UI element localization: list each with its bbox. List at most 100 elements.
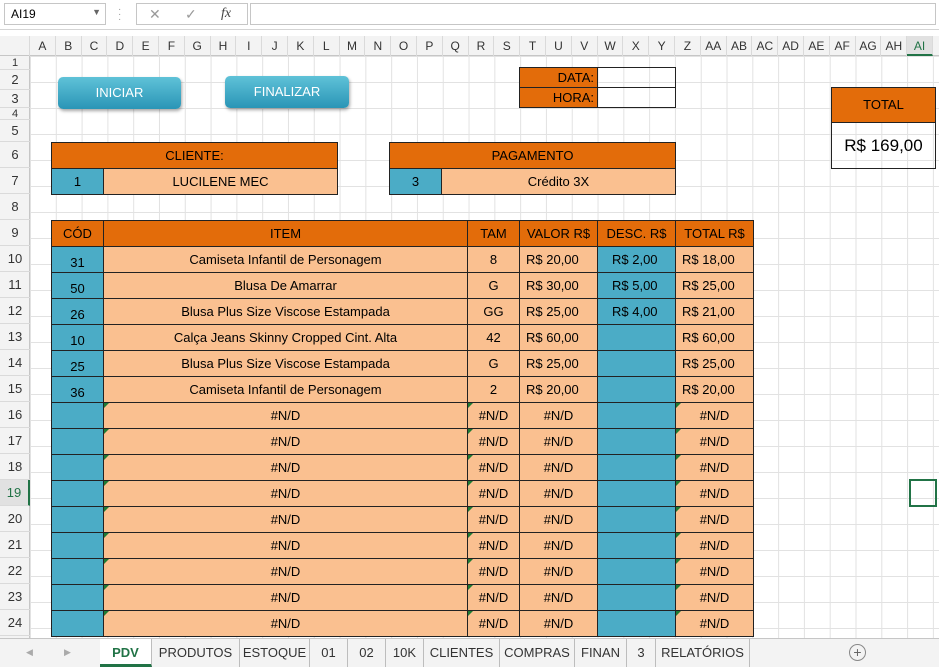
column-header-o[interactable]: O [391, 36, 417, 56]
table-cell-total[interactable]: R$ 20,00 [675, 376, 754, 403]
row-header-16[interactable]: 16 [0, 402, 30, 428]
table-cell-discount[interactable] [597, 428, 676, 455]
table-cell-value[interactable]: #N/D [519, 506, 598, 533]
table-cell-value[interactable]: #N/D [519, 402, 598, 429]
table-cell-total[interactable]: #N/D [675, 558, 754, 585]
column-header-k[interactable]: K [288, 36, 314, 56]
table-cell-size[interactable]: #N/D [467, 584, 520, 611]
table-cell-item[interactable]: Blusa Plus Size Viscose Estampada [103, 350, 468, 377]
sheet-tab-pdv[interactable]: PDV [100, 639, 152, 667]
table-cell-code[interactable]: 36 [51, 376, 104, 403]
table-cell-discount[interactable] [597, 376, 676, 403]
column-header-q[interactable]: Q [443, 36, 469, 56]
name-box[interactable]: AI19 ▼ [4, 3, 106, 25]
table-cell-discount[interactable] [597, 480, 676, 507]
row-header-21[interactable]: 21 [0, 532, 30, 558]
table-cell-code[interactable]: 31 [51, 246, 104, 273]
table-cell-item[interactable]: #N/D [103, 480, 468, 507]
chevron-down-icon[interactable]: ▼ [92, 7, 101, 17]
row-header-13[interactable]: 13 [0, 324, 30, 350]
column-header-w[interactable]: W [598, 36, 624, 56]
column-header-j[interactable]: J [262, 36, 288, 56]
table-cell-value[interactable]: #N/D [519, 610, 598, 637]
table-cell-value[interactable]: R$ 25,00 [519, 298, 598, 325]
table-cell-total[interactable]: #N/D [675, 532, 754, 559]
table-cell-code[interactable]: 26 [51, 298, 104, 325]
row-header-7[interactable]: 7 [0, 168, 30, 194]
table-cell-size[interactable]: #N/D [467, 454, 520, 481]
table-cell-size[interactable]: G [467, 272, 520, 299]
date-field[interactable] [597, 67, 676, 88]
table-cell-value[interactable]: #N/D [519, 558, 598, 585]
table-cell-value[interactable]: R$ 30,00 [519, 272, 598, 299]
sheet-tab-01[interactable]: 01 [310, 639, 348, 667]
cancel-icon[interactable]: ✕ [149, 6, 161, 23]
table-cell-total[interactable]: R$ 25,00 [675, 272, 754, 299]
sheet-tab-produtos[interactable]: PRODUTOS [152, 639, 240, 667]
column-header-ai[interactable]: AI [907, 36, 933, 56]
table-cell-item[interactable]: Calça Jeans Skinny Cropped Cint. Alta [103, 324, 468, 351]
table-cell-value[interactable]: #N/D [519, 532, 598, 559]
table-cell-value[interactable]: R$ 20,00 [519, 246, 598, 273]
column-header-m[interactable]: M [340, 36, 366, 56]
select-all-corner[interactable] [0, 36, 30, 56]
column-header-ah[interactable]: AH [881, 36, 908, 56]
row-header-18[interactable]: 18 [0, 454, 30, 480]
table-cell-discount[interactable] [597, 584, 676, 611]
table-cell-size[interactable]: #N/D [467, 558, 520, 585]
table-cell-total[interactable]: R$ 25,00 [675, 350, 754, 377]
table-cell-size[interactable]: #N/D [467, 532, 520, 559]
table-cell-discount[interactable]: R$ 4,00 [597, 298, 676, 325]
row-header-5[interactable]: 5 [0, 120, 30, 142]
table-cell-discount[interactable]: R$ 2,00 [597, 246, 676, 273]
more-dots-icon[interactable]: · · · [118, 5, 121, 25]
table-cell-item[interactable]: #N/D [103, 454, 468, 481]
row-header-17[interactable]: 17 [0, 428, 30, 454]
row-header-19[interactable]: 19 [0, 480, 30, 506]
table-cell-total[interactable]: R$ 18,00 [675, 246, 754, 273]
table-cell-code[interactable] [51, 584, 104, 611]
column-header-y[interactable]: Y [649, 36, 675, 56]
column-header-z[interactable]: Z [675, 36, 701, 56]
row-header-15[interactable]: 15 [0, 376, 30, 402]
start-button[interactable]: INICIAR [58, 77, 181, 109]
table-cell-item[interactable]: #N/D [103, 428, 468, 455]
table-cell-size[interactable]: 42 [467, 324, 520, 351]
column-header-f[interactable]: F [159, 36, 185, 56]
table-cell-discount[interactable] [597, 532, 676, 559]
client-name[interactable]: LUCILENE MEC [103, 168, 338, 195]
row-header-3[interactable]: 3 [0, 90, 30, 108]
table-cell-code[interactable] [51, 428, 104, 455]
table-cell-discount[interactable] [597, 324, 676, 351]
table-cell-item[interactable]: #N/D [103, 584, 468, 611]
row-header-11[interactable]: 11 [0, 272, 30, 298]
column-header-a[interactable]: A [30, 36, 56, 56]
table-cell-total[interactable]: #N/D [675, 610, 754, 637]
row-header-14[interactable]: 14 [0, 350, 30, 376]
table-cell-code[interactable]: 50 [51, 272, 104, 299]
add-sheet-icon[interactable]: + [849, 644, 866, 661]
sheet-tab-10k[interactable]: 10K [386, 639, 424, 667]
column-header-ae[interactable]: AE [804, 36, 830, 56]
column-header-ad[interactable]: AD [778, 36, 804, 56]
table-cell-total[interactable]: #N/D [675, 454, 754, 481]
function-icon[interactable]: fx [221, 6, 231, 22]
table-cell-total[interactable]: #N/D [675, 584, 754, 611]
sheet-tab-relatórios[interactable]: RELATÓRIOS [656, 639, 750, 667]
table-cell-size[interactable]: GG [467, 298, 520, 325]
row-header-9[interactable]: 9 [0, 220, 30, 246]
table-cell-discount[interactable] [597, 558, 676, 585]
table-cell-size[interactable]: #N/D [467, 480, 520, 507]
column-header-l[interactable]: L [314, 36, 340, 56]
sheet-tab-3[interactable]: 3 [627, 639, 656, 667]
table-cell-discount[interactable] [597, 506, 676, 533]
scroll-left-icon[interactable]: ◀ [26, 647, 33, 658]
table-cell-total[interactable]: R$ 21,00 [675, 298, 754, 325]
table-cell-item[interactable]: Camiseta Infantil de Personagem [103, 376, 468, 403]
payment-method[interactable]: Crédito 3X [441, 168, 676, 195]
table-cell-item[interactable]: #N/D [103, 402, 468, 429]
sheet-tab-clientes[interactable]: CLIENTES [424, 639, 500, 667]
table-cell-size[interactable]: #N/D [467, 428, 520, 455]
row-header-4[interactable]: 4 [0, 108, 30, 120]
table-cell-total[interactable]: #N/D [675, 428, 754, 455]
